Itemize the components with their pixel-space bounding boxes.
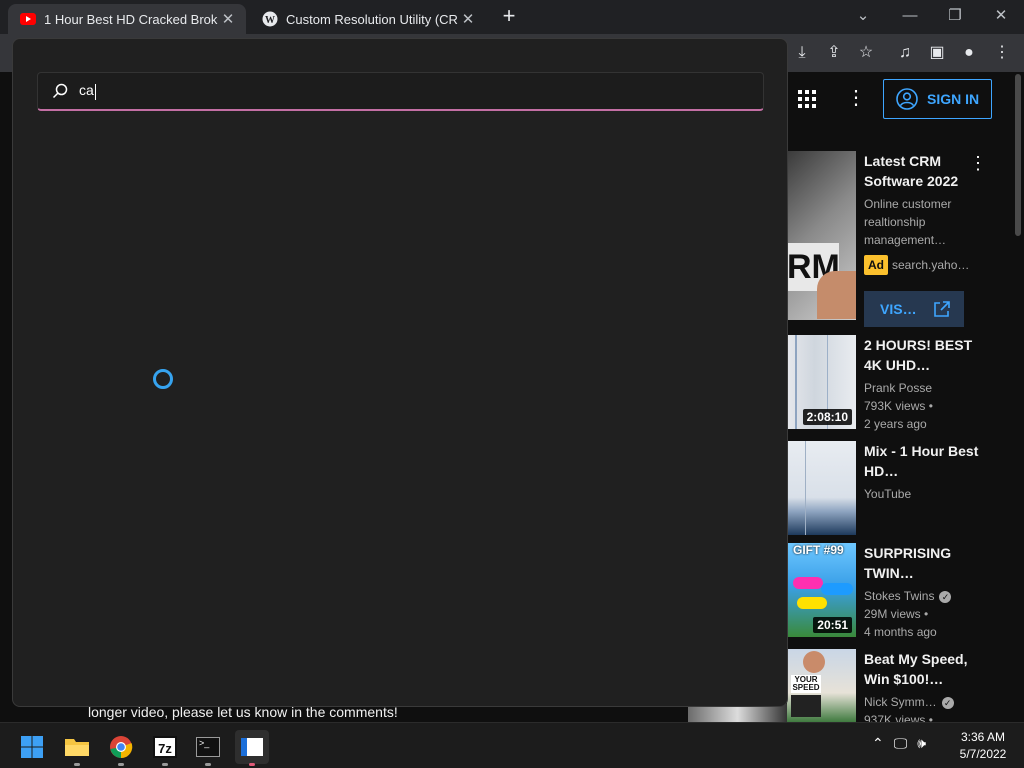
sign-in-label: SIGN IN [927,91,980,107]
restore-icon[interactable]: ❐ [941,4,969,28]
close-icon[interactable]: ✕ [218,10,238,28]
wordpress-icon: W [262,11,278,27]
ad-badge: Ad [864,255,888,275]
duration-badge: 2:08:10 [802,409,852,425]
video-thumbnail[interactable] [787,441,856,535]
apps-grid-icon[interactable] [798,90,816,108]
video-card[interactable]: GIFT #99 20:51 SURPRISING TWIN… Stokes T… [787,543,1002,643]
youtube-icon [20,13,36,25]
channel-name: Nick Symm… [864,695,937,709]
ad-meta: Latest CRM Software 2022 Online customer… [864,151,984,275]
video-title: SURPRISING TWIN… [864,545,952,581]
ad-source: search.yaho… [892,258,970,272]
chrome-icon[interactable] [104,730,138,766]
side-panel-icon[interactable]: ▣ [925,41,949,65]
network-icon[interactable]: 🖵 [894,735,908,752]
video-title: 2 HOURS! BEST 4K UHD… [864,337,973,373]
tab-title: 1 Hour Best HD Cracked Broken [44,11,218,27]
ad-title: Latest CRM Software 2022 [864,153,959,189]
text-caret [94,83,96,100]
svg-text:W: W [265,15,275,26]
ad-thumbnail[interactable]: RM [787,151,856,320]
app-window-icon[interactable] [235,730,269,766]
channel-name: YouTube [864,487,912,501]
new-tab-button[interactable]: + [497,5,521,29]
external-link-icon [933,301,950,317]
media-control-icon[interactable]: ♫ [893,41,917,65]
channel-name: Prank Posse [864,381,933,395]
install-icon[interactable]: ⤓ [790,41,814,65]
tab-cru[interactable]: W Custom Resolution Utility (CRU) ✕ [250,4,486,34]
menu-icon[interactable]: ⋮ [990,41,1014,65]
scrollbar-thumb[interactable] [1015,74,1021,236]
7zip-icon[interactable]: 7z [148,730,182,766]
minimize-icon[interactable]: — [896,4,924,28]
thumb-text: YOUR SPEED [791,675,821,693]
thumb-text: GIFT #99 [793,543,844,557]
loading-spinner-icon [153,369,173,389]
view-count: 29M views • [864,607,929,621]
profile-icon[interactable]: ● [957,41,981,65]
video-thumbnail[interactable]: 2:08:10 [787,335,856,429]
tab-title: Custom Resolution Utility (CRU) [286,11,458,27]
share-icon[interactable]: ⇪ [822,41,846,65]
view-count: 937K views • [864,713,933,722]
sign-in-button[interactable]: SIGN IN [883,79,992,119]
video-thumbnail[interactable]: GIFT #99 20:51 [787,543,856,637]
ad-card[interactable]: RM Latest CRM Software 2022 Online custo… [787,151,1002,331]
account-icon [896,88,918,110]
video-card[interactable]: 2:08:10 2 HOURS! BEST 4K UHD… Prank Poss… [787,335,1002,435]
bookmark-star-icon[interactable]: ☆ [854,41,878,65]
verified-icon: ✓ [939,590,952,603]
clock-time: 3:36 AM [960,730,1006,744]
terminal-icon[interactable]: >_ [191,730,225,766]
channel-name: Stokes Twins [864,589,935,603]
close-icon[interactable]: ✕ [987,4,1015,28]
search-icon [52,83,68,99]
upload-age: 4 months ago [864,625,937,639]
view-count: 793K views • [864,399,933,413]
search-input[interactable]: ca [37,72,764,111]
system-tray: ⌃ 🖵 🕪 [872,735,926,752]
close-icon[interactable]: ✕ [458,10,478,28]
upload-age: 2 years ago [864,417,927,431]
video-title: Mix - 1 Hour Best HD… [864,443,979,479]
search-query: ca [79,82,96,100]
chevron-up-icon[interactable]: ⌃ [872,735,884,752]
clock-date: 5/7/2022 [959,747,1007,761]
video-thumbnail[interactable]: YOUR SPEED [787,649,856,722]
taskbar: 7z >_ ⌃ 🖵 🕪 3:36 AM 5/7/2022 [0,722,1024,768]
duration-badge: 20:51 [813,617,852,633]
search-panel: ca [12,38,788,707]
chevron-down-icon[interactable]: ⌄ [849,4,877,28]
tab-youtube[interactable]: 1 Hour Best HD Cracked Broken ✕ [8,4,246,34]
ad-description: Online customer realtionship management… [864,197,952,247]
more-options-icon[interactable]: ⋮ [969,153,987,174]
video-card[interactable]: YOUR SPEED Beat My Speed, Win $100!… Nic… [787,649,1002,722]
verified-icon: ✓ [941,696,954,709]
volume-icon[interactable]: 🕪 [917,735,926,752]
browser-tab-strip: 1 Hour Best HD Cracked Broken ✕ W Custom… [0,0,1024,34]
taskbar-clock[interactable]: 3:36 AM 5/7/2022 [950,729,1016,763]
page-scrollbar[interactable] [1014,72,1022,722]
video-card[interactable]: Mix - 1 Hour Best HD… YouTube [787,441,1002,537]
file-explorer-icon[interactable] [60,730,94,766]
video-title: Beat My Speed, Win $100!… [864,651,968,687]
visit-button[interactable]: VIS… [864,291,964,327]
visit-label: VIS… [880,301,917,317]
windows-start-icon[interactable] [15,730,49,764]
more-options-icon[interactable]: ⋮ [846,86,866,110]
